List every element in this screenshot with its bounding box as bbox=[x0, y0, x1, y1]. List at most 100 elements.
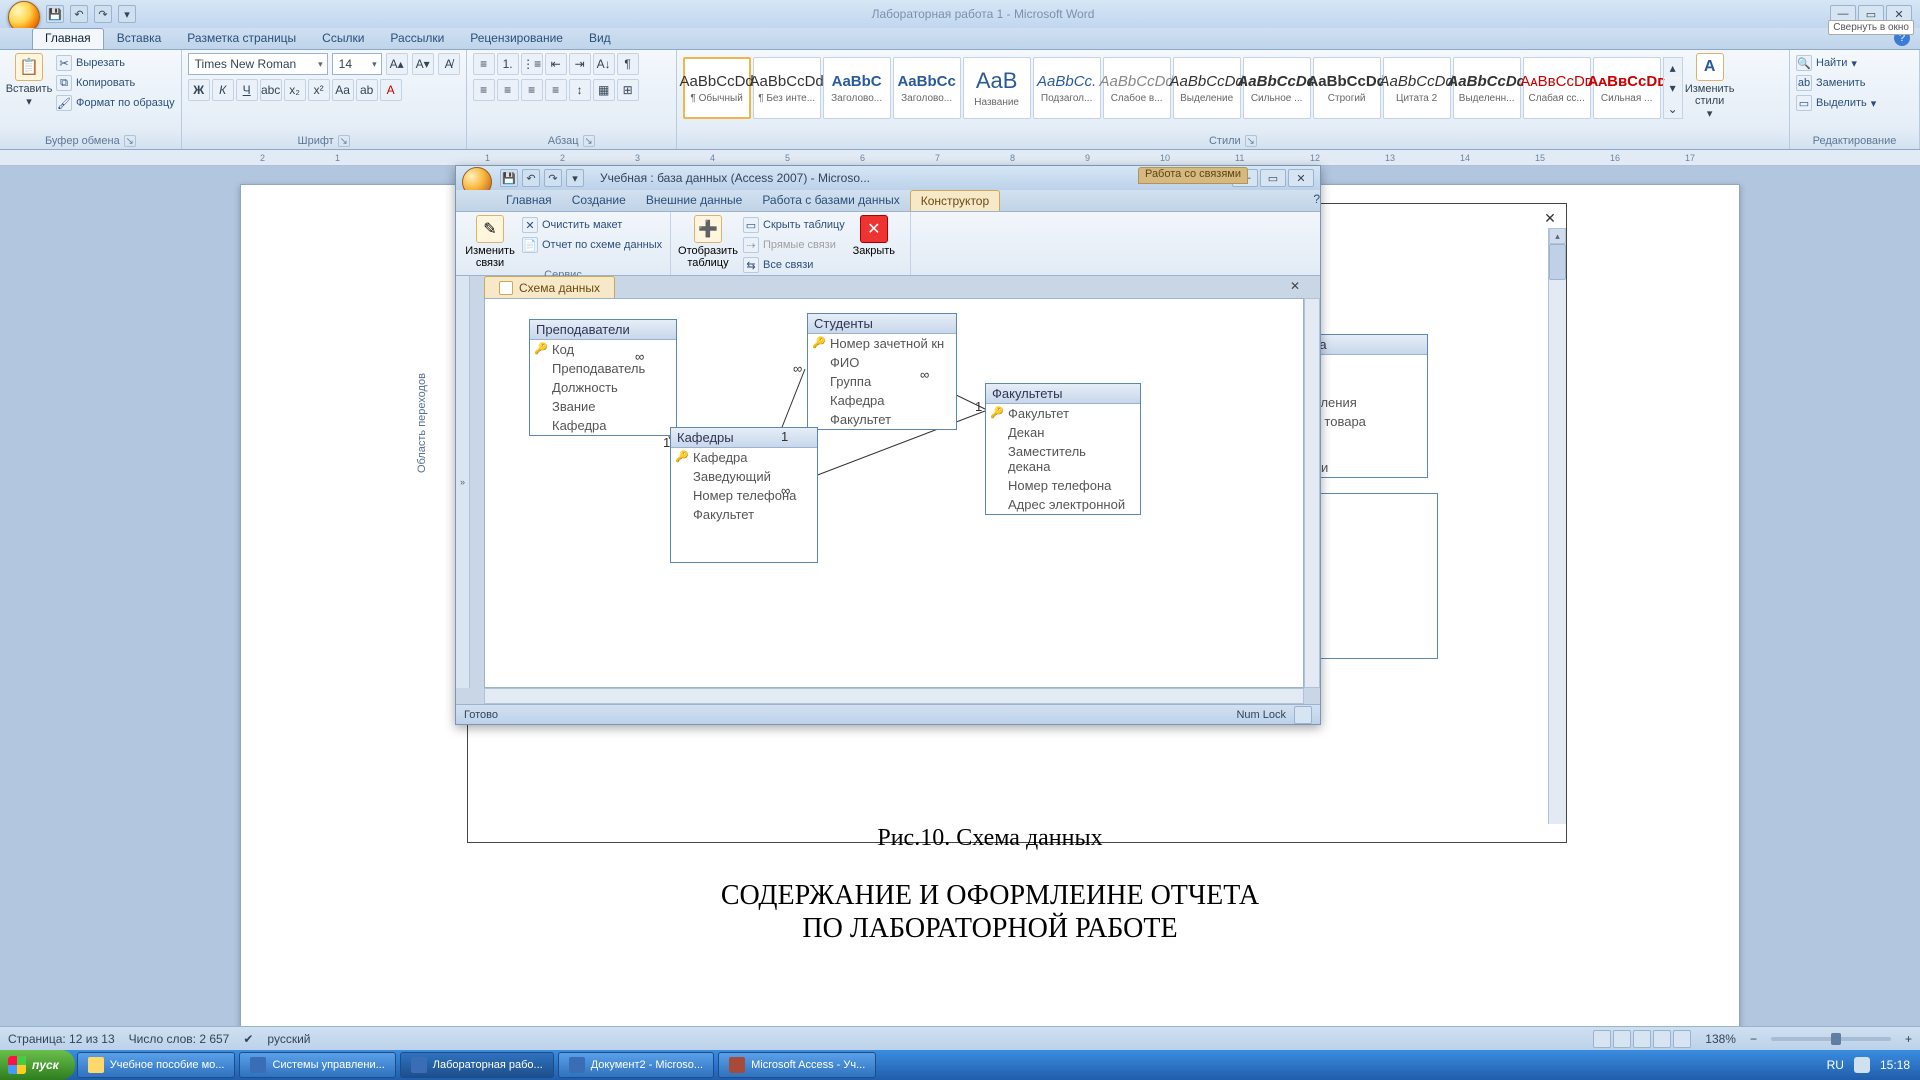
style-item[interactable]: AaBbCcDdЦитата 2 bbox=[1383, 57, 1451, 119]
language-indicator[interactable]: русский bbox=[267, 1032, 310, 1046]
style-item[interactable]: AaBbCcDdВыделение bbox=[1173, 57, 1241, 119]
align-right-icon[interactable]: ≡ bbox=[521, 79, 543, 101]
full-screen-view-icon[interactable] bbox=[1613, 1030, 1631, 1048]
language-indicator-tray[interactable]: RU bbox=[1827, 1058, 1844, 1072]
redo-icon[interactable]: ↷ bbox=[94, 5, 112, 23]
draft-view-icon[interactable] bbox=[1673, 1030, 1691, 1048]
font-color-icon[interactable]: A bbox=[380, 79, 402, 101]
clear-layout-button[interactable]: ✕Очистить макет bbox=[522, 215, 662, 235]
style-gallery[interactable]: AaBbCcDd¶ Обычный AaBbCcDd¶ Без инте... … bbox=[683, 53, 1683, 123]
grow-font-icon[interactable]: A▴ bbox=[386, 53, 408, 75]
tab-home[interactable]: Главная bbox=[32, 28, 104, 49]
hide-table-button[interactable]: ▭Скрыть таблицу bbox=[743, 215, 845, 235]
taskbar-item[interactable]: Microsoft Access - Уч... bbox=[718, 1052, 876, 1078]
bold-icon[interactable]: Ж bbox=[188, 79, 210, 101]
tab-insert[interactable]: Вставка bbox=[104, 28, 175, 49]
close-relations-button[interactable]: ✕Закрыть bbox=[849, 215, 899, 257]
replace-button[interactable]: abЗаменить bbox=[1796, 73, 1876, 93]
highlight-icon[interactable]: ab bbox=[356, 79, 378, 101]
taskbar-item[interactable]: Документ2 - Microso... bbox=[558, 1052, 714, 1078]
indent-inc-icon[interactable]: ⇥ bbox=[569, 53, 591, 75]
gallery-up-icon[interactable]: ▴ bbox=[1664, 58, 1682, 77]
document-tab-close-icon[interactable]: ✕ bbox=[1290, 279, 1300, 293]
gallery-down-icon[interactable]: ▾ bbox=[1664, 79, 1682, 98]
view-mode-icon[interactable] bbox=[1294, 706, 1312, 724]
page-indicator[interactable]: Страница: 12 из 13 bbox=[8, 1032, 115, 1046]
clock[interactable]: 15:18 bbox=[1880, 1058, 1910, 1072]
tab-database[interactable]: Работа с базами данных bbox=[752, 190, 909, 211]
taskbar-item[interactable]: Системы управлени... bbox=[239, 1052, 395, 1078]
table-prepod[interactable]: Преподаватели Код Преподаватель Должност… bbox=[529, 319, 677, 436]
paste-button[interactable]: 📋Вставить▾ bbox=[6, 53, 52, 108]
taskbar-item[interactable]: Лабораторная рабо... bbox=[400, 1052, 554, 1078]
style-item[interactable]: AaBbCcDdСтрогий bbox=[1313, 57, 1381, 119]
clear-format-icon[interactable]: A̸ bbox=[438, 53, 460, 75]
cut-button[interactable]: ✂Вырезать bbox=[56, 53, 175, 73]
bullets-icon[interactable]: ≡ bbox=[473, 53, 495, 75]
schema-report-button[interactable]: 📄Отчет по схеме данных bbox=[522, 235, 662, 255]
tab-view[interactable]: Вид bbox=[576, 28, 624, 49]
style-item[interactable]: AaBbCcDd¶ Без инте... bbox=[753, 57, 821, 119]
zoom-slider[interactable] bbox=[1771, 1037, 1891, 1041]
tab-review[interactable]: Рецензирование bbox=[457, 28, 576, 49]
line-spacing-icon[interactable]: ↕ bbox=[569, 79, 591, 101]
style-item[interactable]: AaBbCcDd¶ Обычный bbox=[683, 57, 751, 119]
subscript-icon[interactable]: x₂ bbox=[284, 79, 306, 101]
access-titlebar[interactable]: 💾 ↶ ↷ ▾ Учебная : база данных (Access 20… bbox=[456, 166, 1320, 190]
tab-create[interactable]: Создание bbox=[562, 190, 636, 211]
tab-layout[interactable]: Разметка страницы bbox=[174, 28, 309, 49]
indent-dec-icon[interactable]: ⇤ bbox=[545, 53, 567, 75]
close-button[interactable]: ✕ bbox=[1288, 169, 1314, 187]
borders-icon[interactable]: ⊞ bbox=[617, 79, 639, 101]
help-icon[interactable]: ? bbox=[1313, 192, 1320, 211]
print-layout-view-icon[interactable] bbox=[1593, 1030, 1611, 1048]
save-icon[interactable]: 💾 bbox=[46, 5, 64, 23]
show-marks-icon[interactable]: ¶ bbox=[617, 53, 639, 75]
font-name-combo[interactable]: Times New Roman bbox=[188, 53, 328, 75]
web-layout-view-icon[interactable] bbox=[1633, 1030, 1651, 1048]
select-button[interactable]: ▭Выделить ▾ bbox=[1796, 93, 1876, 113]
dialog-launcher-icon[interactable]: ↘ bbox=[1245, 135, 1257, 147]
style-item[interactable]: AᴀBʙCᴄDᴅСильная ... bbox=[1593, 57, 1661, 119]
gallery-more-icon[interactable]: ⌄ bbox=[1664, 99, 1682, 118]
style-item[interactable]: AaBbCcDdСлабое в... bbox=[1103, 57, 1171, 119]
multilevel-icon[interactable]: ⋮≡ bbox=[521, 53, 543, 75]
shrink-font-icon[interactable]: A▾ bbox=[412, 53, 434, 75]
align-center-icon[interactable]: ≡ bbox=[497, 79, 519, 101]
figure-close-icon[interactable]: ✕ bbox=[1542, 210, 1558, 226]
all-relations-button[interactable]: ⇆Все связи bbox=[743, 255, 845, 275]
dialog-launcher-icon[interactable]: ↘ bbox=[124, 135, 136, 147]
table-students[interactable]: Студенты Номер зачетной кн ФИО Группа Ка… bbox=[807, 313, 957, 430]
underline-icon[interactable]: Ч bbox=[236, 79, 258, 101]
table-kafedry[interactable]: Кафедры Кафедра Заведующий Номер телефон… bbox=[670, 427, 818, 563]
figure-scrollbar[interactable]: ▴ bbox=[1548, 228, 1566, 824]
change-styles-button[interactable]: AИзменить стили▾ bbox=[1687, 53, 1733, 120]
horizontal-ruler[interactable]: 211234567891011121314151617 bbox=[0, 150, 1920, 166]
style-item[interactable]: AaBbCcDdСильное ... bbox=[1243, 57, 1311, 119]
tray-icon[interactable] bbox=[1854, 1057, 1870, 1073]
table-fakultety[interactable]: Факультеты Факультет Декан Заместитель д… bbox=[985, 383, 1141, 515]
tab-references[interactable]: Ссылки bbox=[309, 28, 377, 49]
superscript-icon[interactable]: x² bbox=[308, 79, 330, 101]
italic-icon[interactable]: К bbox=[212, 79, 234, 101]
shading-icon[interactable]: ▦ bbox=[593, 79, 615, 101]
align-left-icon[interactable]: ≡ bbox=[473, 79, 495, 101]
nav-pane-toggle[interactable]: » bbox=[456, 276, 470, 688]
proofing-icon[interactable]: ✔ bbox=[243, 1032, 253, 1046]
word-count[interactable]: Число слов: 2 657 bbox=[129, 1032, 230, 1046]
dialog-launcher-icon[interactable]: ↘ bbox=[583, 135, 595, 147]
qat-customize-icon[interactable]: ▾ bbox=[118, 5, 136, 23]
undo-icon[interactable]: ↶ bbox=[70, 5, 88, 23]
sort-icon[interactable]: A↓ bbox=[593, 53, 615, 75]
outline-view-icon[interactable] bbox=[1653, 1030, 1671, 1048]
tab-external[interactable]: Внешние данные bbox=[636, 190, 753, 211]
format-painter-button[interactable]: 🖌Формат по образцу bbox=[56, 93, 175, 113]
zoom-out-icon[interactable]: − bbox=[1750, 1032, 1757, 1046]
tab-design[interactable]: Конструктор bbox=[910, 190, 1000, 211]
numbering-icon[interactable]: 1. bbox=[497, 53, 519, 75]
font-size-combo[interactable]: 14 bbox=[332, 53, 382, 75]
align-justify-icon[interactable]: ≡ bbox=[545, 79, 567, 101]
dialog-launcher-icon[interactable]: ↘ bbox=[338, 135, 350, 147]
style-item[interactable]: AaBbCcDdВыделенн... bbox=[1453, 57, 1521, 119]
taskbar-item[interactable]: Учебное пособие мо... bbox=[77, 1052, 236, 1078]
